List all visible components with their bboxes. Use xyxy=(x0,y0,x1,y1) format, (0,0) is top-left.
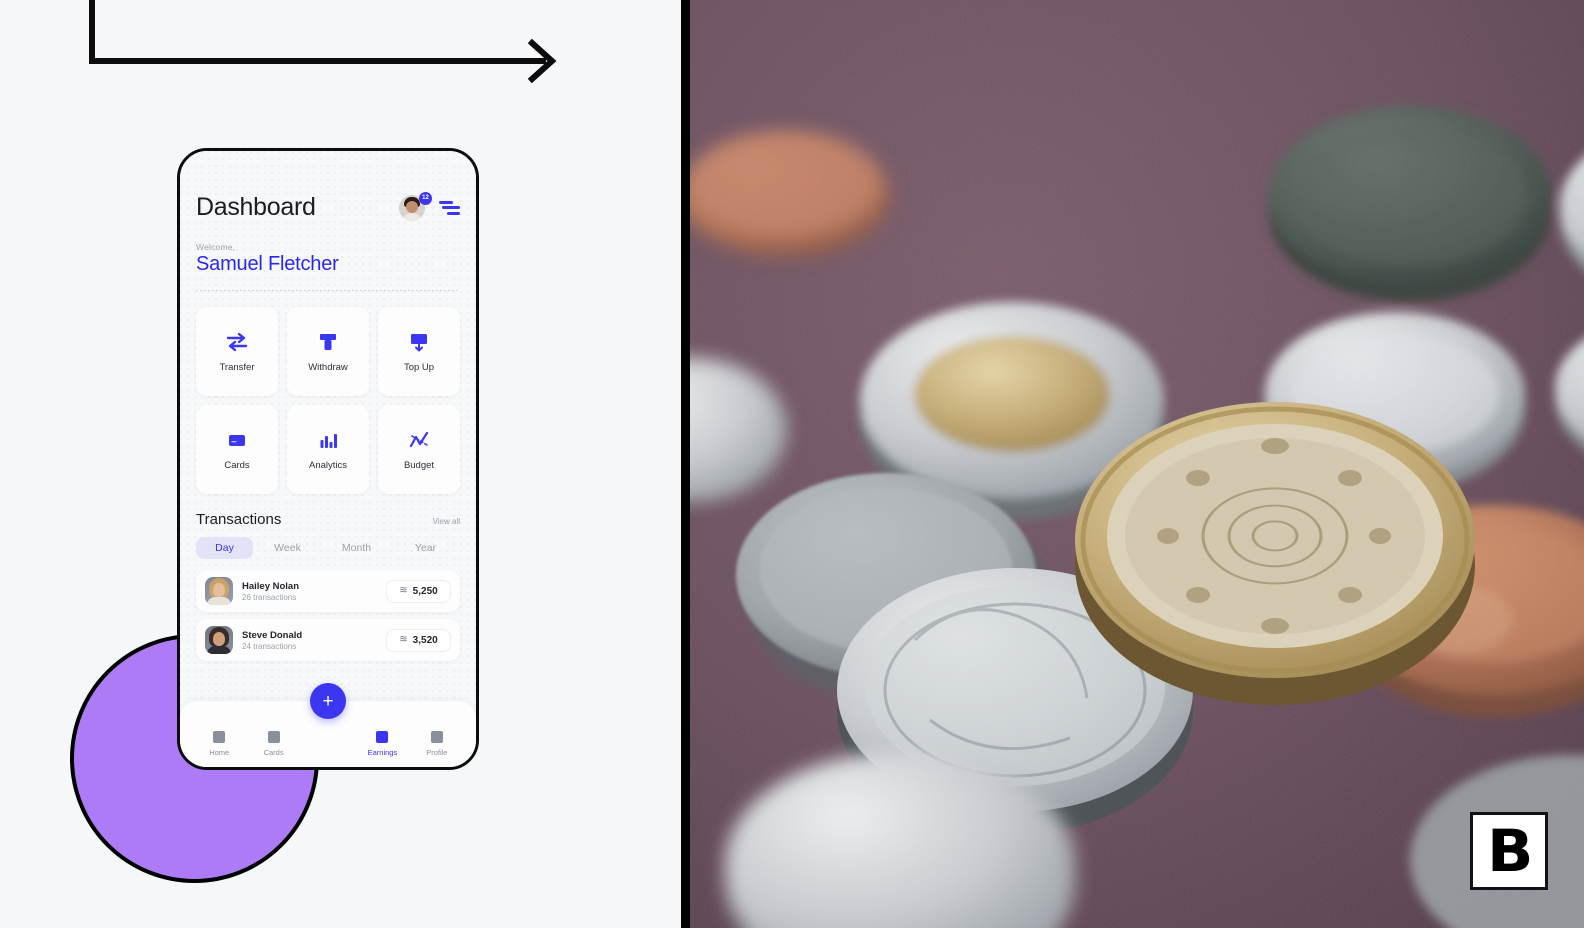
home-icon xyxy=(213,731,226,743)
profile-icon xyxy=(430,731,443,743)
nav-label: Profile xyxy=(426,748,448,757)
coins-illustration xyxy=(690,0,1584,928)
nav-item-home[interactable]: Home xyxy=(192,731,246,757)
transaction-count: 26 transactions xyxy=(242,592,297,602)
view-all-link[interactable]: View all xyxy=(433,517,460,526)
amount-value: 5,250 xyxy=(412,585,438,597)
user-name: Samuel Fletcher xyxy=(196,253,339,275)
action-label: Transfer xyxy=(219,361,255,373)
avatar xyxy=(205,626,233,654)
transactions-header: Transactions View all xyxy=(196,511,460,528)
withdraw-icon xyxy=(317,331,339,353)
nav-label: Cards xyxy=(263,748,284,757)
right-arrow-annotation xyxy=(89,0,557,84)
transaction-name: Steve Donald xyxy=(242,629,303,641)
nav-label: Home xyxy=(209,748,230,757)
transaction-name: Hailey Nolan xyxy=(242,580,300,592)
nav-label: Earnings xyxy=(367,748,398,757)
transaction-meta: Hailey Nolan 26 transactions xyxy=(242,581,386,602)
left-panel: Dashboard 12 Welcome, Samuel Fletcher Tr… xyxy=(0,0,681,928)
table-row[interactable]: Steve Donald 24 transactions ≋ 3,520 xyxy=(196,619,460,661)
app-header: Dashboard 12 xyxy=(196,151,460,222)
currency-icon: ≋ xyxy=(399,634,408,645)
nav-item-cards[interactable]: Cards xyxy=(246,731,300,757)
action-analytics[interactable]: Analytics xyxy=(287,405,369,494)
notification-badge[interactable]: 12 xyxy=(419,191,432,205)
canvas-root: Dashboard 12 Welcome, Samuel Fletcher Tr… xyxy=(0,0,1584,928)
action-transfer[interactable]: Transfer xyxy=(196,307,278,396)
action-top-up[interactable]: Top Up xyxy=(378,307,460,396)
transactions-tabs: Day Week Month Year xyxy=(196,537,460,559)
panel-divider xyxy=(681,0,690,928)
tab-day[interactable]: Day xyxy=(196,537,253,559)
table-row[interactable]: Hailey Nolan 26 transactions ≋ 5,250 xyxy=(196,570,460,612)
divider xyxy=(196,290,460,291)
cards-icon xyxy=(267,731,280,743)
credit-card-icon xyxy=(226,429,248,451)
transaction-count: 24 transactions xyxy=(242,641,297,651)
amount-value: 3,520 xyxy=(412,634,438,646)
tab-month[interactable]: Month xyxy=(322,537,391,559)
action-label: Top Up xyxy=(403,361,435,373)
welcome-block: Welcome, Samuel Fletcher xyxy=(196,242,460,276)
action-label: Withdraw xyxy=(308,361,348,373)
bar-chart-icon xyxy=(317,429,339,451)
top-up-icon xyxy=(408,331,430,353)
action-label: Budget xyxy=(403,459,435,471)
avatar[interactable]: 12 xyxy=(399,191,432,221)
coins-photo: B xyxy=(690,0,1584,928)
amount-badge: ≋ 3,520 xyxy=(386,628,451,652)
nav-item-earnings[interactable]: Earnings xyxy=(355,731,409,757)
tab-year[interactable]: Year xyxy=(391,537,460,559)
action-label: Cards xyxy=(224,459,250,471)
action-cards[interactable]: Cards xyxy=(196,405,278,494)
quick-actions-grid: Transfer Withdraw Top Up Cards Analytics… xyxy=(196,307,460,494)
tab-week[interactable]: Week xyxy=(253,537,322,559)
transfer-arrows-icon xyxy=(226,331,248,353)
header-actions: 12 xyxy=(399,191,460,221)
page-title: Dashboard xyxy=(196,193,316,221)
action-label: Analytics xyxy=(308,459,347,471)
line-chart-icon xyxy=(408,429,430,451)
filter-menu-icon[interactable] xyxy=(439,200,460,215)
transactions-list: Hailey Nolan 26 transactions ≋ 5,250 Ste… xyxy=(196,570,460,661)
transaction-meta: Steve Donald 24 transactions xyxy=(242,630,386,651)
bottom-navigation: + Home Cards Earnings Profile xyxy=(180,683,476,767)
amount-badge: ≋ 5,250 xyxy=(386,579,451,603)
action-withdraw[interactable]: Withdraw xyxy=(287,307,369,396)
brand-logo-b: B xyxy=(1470,812,1548,890)
nav-item-profile[interactable]: Profile xyxy=(410,731,464,757)
phone-mockup: Dashboard 12 Welcome, Samuel Fletcher Tr… xyxy=(177,148,479,770)
earnings-icon xyxy=(376,731,389,743)
logo-glyph: B xyxy=(1486,817,1533,885)
welcome-label: Welcome, xyxy=(196,242,236,252)
add-button[interactable]: + xyxy=(310,683,346,719)
phone-screen: Dashboard 12 Welcome, Samuel Fletcher Tr… xyxy=(180,151,476,767)
action-budget[interactable]: Budget xyxy=(378,405,460,494)
currency-icon: ≋ xyxy=(399,585,408,596)
transactions-title: Transactions xyxy=(196,511,282,528)
avatar xyxy=(205,577,233,605)
